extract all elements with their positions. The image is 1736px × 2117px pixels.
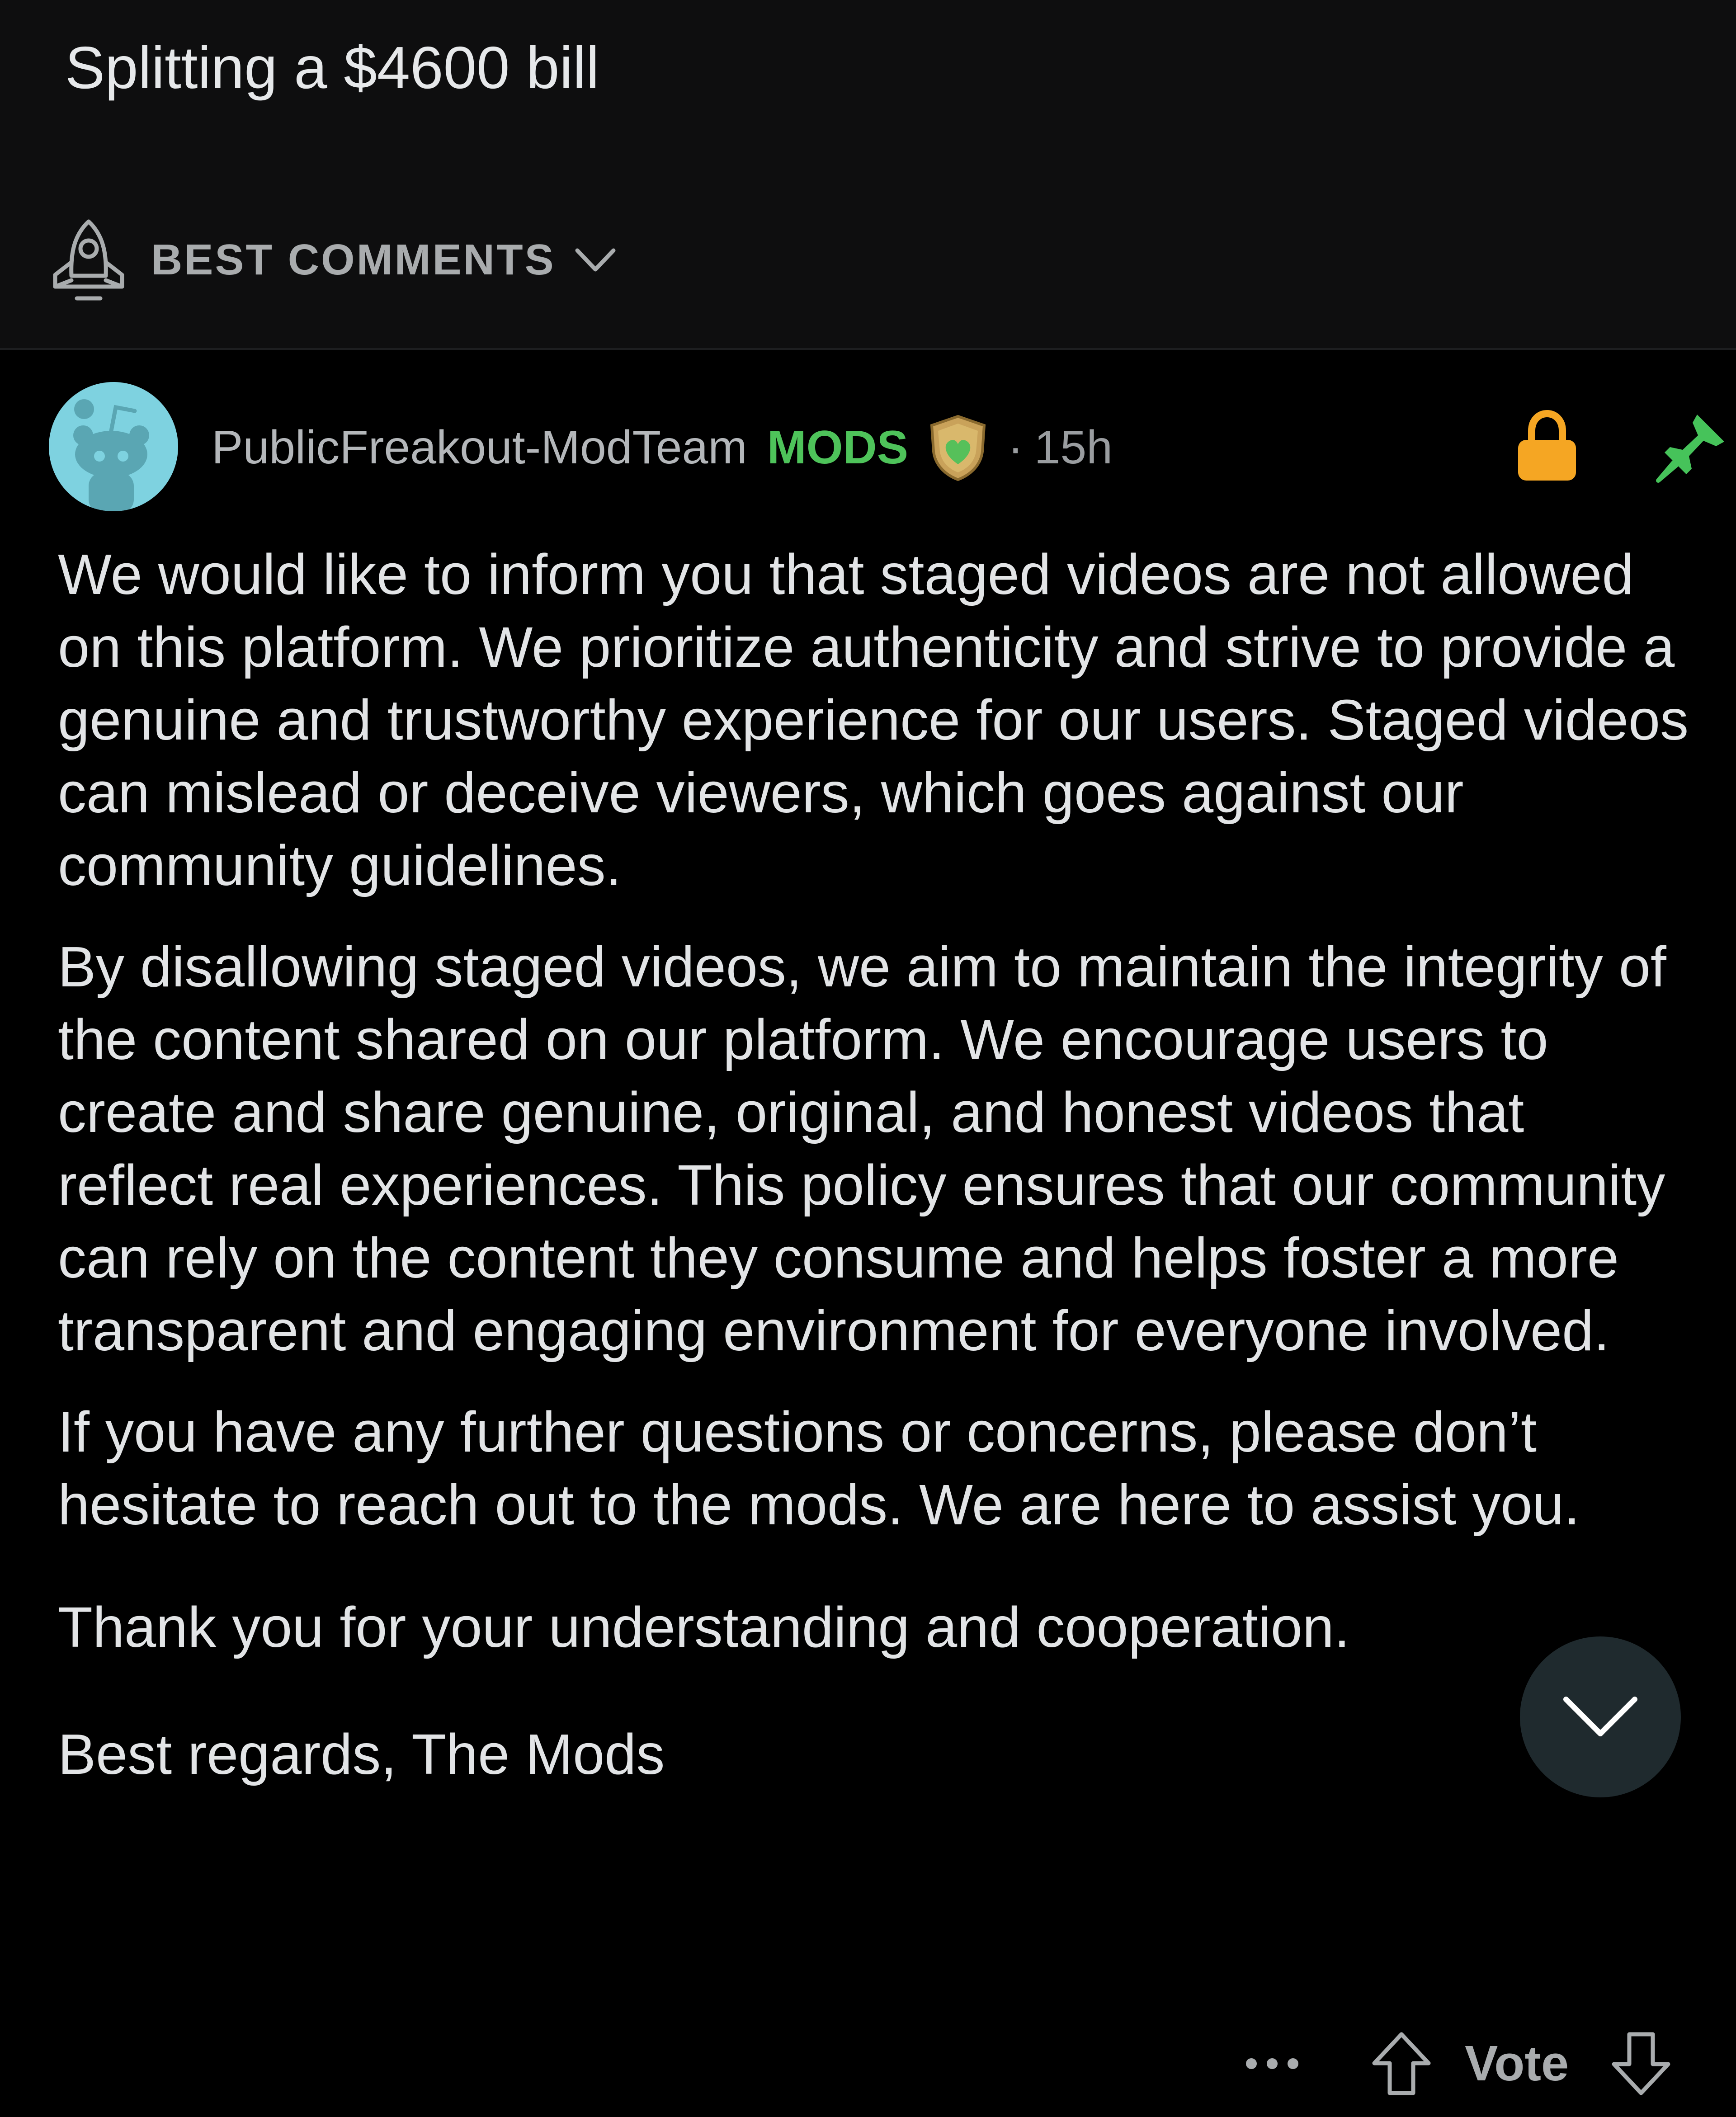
pin-icon — [1656, 415, 1724, 483]
comment-meta: PublicFreakout-ModTeam MODS · 15h — [212, 409, 1113, 486]
comment-paragraph: We would like to inform you that staged … — [58, 542, 1689, 897]
snoo-avatar-icon — [73, 399, 149, 511]
mod-flair: MODS — [767, 421, 908, 474]
comment-body: We would like to inform you that staged … — [58, 538, 1694, 1791]
comment-paragraph: Thank you for your understanding and coo… — [58, 1595, 1350, 1659]
next-comment-button[interactable] — [1520, 1636, 1681, 1797]
chevron-down-icon — [1563, 1697, 1637, 1736]
downvote-icon[interactable] — [1609, 2030, 1673, 2098]
lock-icon — [1518, 410, 1576, 481]
comment-paragraph: If you have any further questions or con… — [58, 1400, 1580, 1537]
comment-paragraph: Best regards, The Mods — [58, 1722, 665, 1786]
avatar[interactable] — [49, 382, 178, 511]
comment-header: PublicFreakout-ModTeam MODS · 15h — [49, 382, 1724, 511]
sort-selector[interactable]: BEST COMMENTS — [49, 217, 617, 303]
mod-shield-icon — [930, 415, 986, 481]
comment-author[interactable]: PublicFreakout-ModTeam — [212, 421, 747, 475]
upvote-icon[interactable] — [1370, 2030, 1433, 2098]
more-options-icon[interactable] — [1241, 2039, 1304, 2089]
meta-separator: · — [1007, 421, 1024, 474]
sort-label: BEST COMMENTS — [151, 236, 556, 284]
divider — [0, 348, 1736, 350]
vote-label: Vote — [1465, 2036, 1569, 2091]
post-header: Splitting a $4600 bill BEST COMMENTS — [0, 0, 1736, 348]
chevron-down-icon — [575, 248, 616, 272]
comment-paragraph: By disallowing staged videos, we aim to … — [58, 935, 1666, 1363]
comment-age: 15h — [1034, 421, 1113, 474]
post-title: Splitting a $4600 bill — [65, 34, 599, 101]
rocket-icon — [53, 219, 124, 301]
comment-actions: Vote — [1221, 2025, 1691, 2102]
